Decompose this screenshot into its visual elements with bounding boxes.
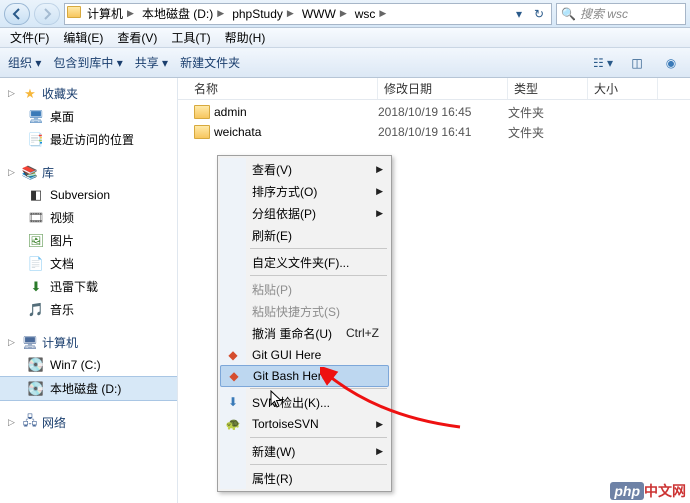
sidebar-item-subversion[interactable]: ◧Subversion	[0, 184, 177, 206]
new-folder-button[interactable]: 新建文件夹	[180, 54, 240, 71]
view-options-button[interactable]: ☷ ▾	[592, 52, 614, 74]
computer-icon: 🖥	[22, 335, 38, 351]
col-size[interactable]: 大小	[588, 78, 658, 99]
ctx-paste: 粘贴(P)	[220, 278, 389, 300]
file-row[interactable]: admin 2018/10/19 16:45 文件夹	[178, 102, 690, 122]
sidebar-network[interactable]: ▷🖧网络	[0, 411, 177, 434]
ctx-sort[interactable]: 排序方式(O)▶	[220, 180, 389, 202]
refresh-icon[interactable]: ↻	[529, 7, 549, 21]
menu-help[interactable]: 帮助(H)	[219, 27, 272, 48]
column-headers: 名称 修改日期 类型 大小	[178, 78, 690, 100]
submenu-arrow-icon: ▶	[376, 446, 383, 457]
sidebar-libraries[interactable]: ▷📚库	[0, 161, 177, 184]
ctx-group[interactable]: 分组依据(P)▶	[220, 202, 389, 224]
download-icon: ⬇	[28, 279, 44, 295]
menu-file[interactable]: 文件(F)	[4, 27, 55, 48]
sidebar-item-drive-d[interactable]: 💽本地磁盘 (D:)	[0, 376, 177, 401]
ctx-git-bash[interactable]: ◆Git Bash Here	[220, 365, 389, 387]
ctx-undo[interactable]: 撤消 重命名(U)Ctrl+Z	[220, 322, 389, 344]
picture-icon: 🖼	[28, 233, 44, 249]
music-icon: 🎵	[28, 302, 44, 318]
network-icon: 🖧	[22, 415, 38, 431]
path-segment: 计算机▶	[83, 4, 138, 24]
sidebar-item-desktop[interactable]: 🖥桌面	[0, 105, 177, 128]
git-icon: ◆	[225, 347, 241, 363]
ctx-git-gui[interactable]: ◆Git GUI Here	[220, 344, 389, 366]
menubar: 文件(F) 编辑(E) 查看(V) 工具(T) 帮助(H)	[0, 28, 690, 48]
sidebar-item-music[interactable]: 🎵音乐	[0, 298, 177, 321]
sidebar-item-drive-c[interactable]: 💽Win7 (C:)	[0, 354, 177, 376]
titlebar: 计算机▶ 本地磁盘 (D:)▶ phpStudy▶ WWW▶ wsc▶ ▾ ↻ …	[0, 0, 690, 28]
folder-icon	[67, 6, 83, 22]
ctx-refresh[interactable]: 刷新(E)	[220, 224, 389, 246]
ctx-properties[interactable]: 属性(R)	[220, 467, 389, 489]
share-button[interactable]: 共享 ▾	[135, 54, 168, 71]
help-button[interactable]: ◉	[660, 52, 682, 74]
menu-view[interactable]: 查看(V)	[111, 27, 163, 48]
nav-forward-button[interactable]	[34, 3, 60, 25]
path-segment: wsc▶	[351, 4, 391, 24]
drive-icon: 💽	[28, 381, 44, 397]
dropdown-icon[interactable]: ▾	[509, 7, 529, 21]
col-type[interactable]: 类型	[508, 78, 588, 99]
address-bar[interactable]: 计算机▶ 本地磁盘 (D:)▶ phpStudy▶ WWW▶ wsc▶ ▾ ↻	[64, 3, 552, 25]
ctx-view[interactable]: 查看(V)▶	[220, 158, 389, 180]
menu-edit[interactable]: 编辑(E)	[57, 27, 109, 48]
path-segment: phpStudy▶	[228, 4, 298, 24]
desktop-icon: 🖥	[28, 109, 44, 125]
preview-pane-button[interactable]: ◫	[626, 52, 648, 74]
search-input[interactable]: 🔍 搜索 wsc	[556, 3, 686, 25]
ctx-paste-shortcut: 粘贴快捷方式(S)	[220, 300, 389, 322]
sidebar-computer[interactable]: ▷🖥计算机	[0, 331, 177, 354]
folder-icon	[194, 105, 210, 119]
git-icon: ◆	[226, 368, 242, 384]
submenu-arrow-icon: ▶	[376, 208, 383, 219]
sidebar-item-documents[interactable]: 📄文档	[0, 252, 177, 275]
context-menu: 查看(V)▶ 排序方式(O)▶ 分组依据(P)▶ 刷新(E) 自定义文件夹(F)…	[217, 155, 392, 492]
nav-back-button[interactable]	[4, 3, 30, 25]
organize-button[interactable]: 组织 ▾	[8, 54, 41, 71]
col-date[interactable]: 修改日期	[378, 78, 508, 99]
path-segment: 本地磁盘 (D:)▶	[138, 4, 228, 24]
library-icon: 📚	[22, 165, 38, 181]
tortoise-icon: 🐢	[225, 416, 241, 432]
ctx-svn-checkout[interactable]: ⬇SVN 检出(K)...	[220, 391, 389, 413]
submenu-arrow-icon: ▶	[376, 186, 383, 197]
nav-sidebar: ▷★收藏夹 🖥桌面 📑最近访问的位置 ▷📚库 ◧Subversion 🎞视频 🖼…	[0, 78, 178, 503]
ctx-customize-folder[interactable]: 自定义文件夹(F)...	[220, 251, 389, 273]
drive-icon: 💽	[28, 357, 44, 373]
folder-icon	[194, 125, 210, 139]
ctx-new[interactable]: 新建(W)▶	[220, 440, 389, 462]
ctx-tortoisesvn[interactable]: 🐢TortoiseSVN▶	[220, 413, 389, 435]
col-name[interactable]: 名称	[178, 78, 378, 99]
sidebar-item-video[interactable]: 🎞视频	[0, 206, 177, 229]
path-segment: WWW▶	[298, 4, 351, 24]
toolbar: 组织 ▾ 包含到库中 ▾ 共享 ▾ 新建文件夹 ☷ ▾ ◫ ◉	[0, 48, 690, 78]
submenu-arrow-icon: ▶	[376, 419, 383, 430]
menu-tools[interactable]: 工具(T)	[165, 27, 216, 48]
sidebar-item-recent[interactable]: 📑最近访问的位置	[0, 128, 177, 151]
submenu-arrow-icon: ▶	[376, 164, 383, 175]
watermark: php中文网	[610, 481, 686, 501]
mouse-cursor	[270, 390, 284, 410]
sidebar-favorites[interactable]: ▷★收藏夹	[0, 82, 177, 105]
sidebar-item-pictures[interactable]: 🖼图片	[0, 229, 177, 252]
star-icon: ★	[22, 86, 38, 102]
document-icon: 📄	[28, 256, 44, 272]
video-icon: 🎞	[28, 210, 44, 226]
svn-checkout-icon: ⬇	[225, 394, 241, 410]
svn-icon: ◧	[28, 187, 44, 203]
sidebar-item-downloads[interactable]: ⬇迅雷下载	[0, 275, 177, 298]
file-row[interactable]: weichata 2018/10/19 16:41 文件夹	[178, 122, 690, 142]
include-in-library-button[interactable]: 包含到库中 ▾	[53, 54, 122, 71]
search-icon: 🔍	[561, 7, 576, 21]
recent-icon: 📑	[28, 132, 44, 148]
